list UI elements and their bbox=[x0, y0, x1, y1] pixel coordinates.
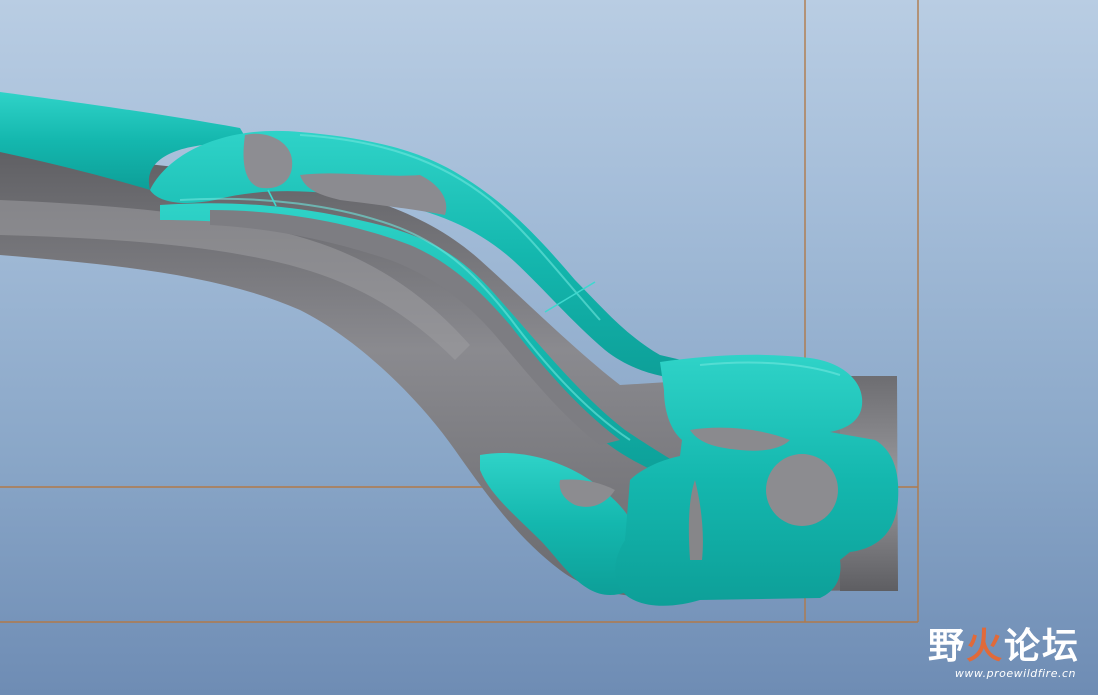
cad-graphics-viewport[interactable]: 野火论坛 www.proewildfire.cn bbox=[0, 0, 1098, 695]
forum-watermark: 野火论坛 www.proewildfire.cn bbox=[910, 609, 1080, 689]
model-canvas[interactable] bbox=[0, 0, 1098, 695]
watermark-url: www.proewildfire.cn bbox=[954, 667, 1076, 680]
flame-icon: 火 bbox=[965, 626, 1004, 667]
watermark-char-3: 论坛 bbox=[1003, 626, 1080, 667]
clamp-hole[interactable] bbox=[766, 454, 838, 526]
watermark-char-1: 野 bbox=[927, 626, 966, 667]
watermark-title: 野火论坛 bbox=[928, 617, 1080, 669]
